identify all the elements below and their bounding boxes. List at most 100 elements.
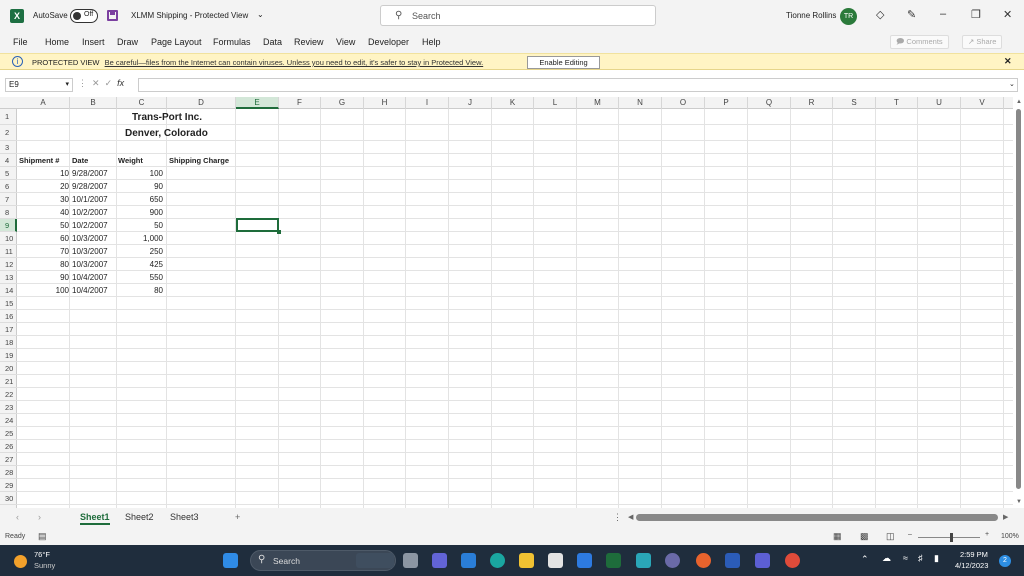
- share-button[interactable]: ↗ Share: [962, 35, 1003, 49]
- header-weight[interactable]: Weight: [118, 154, 143, 167]
- windows-start-icon[interactable]: [223, 553, 238, 568]
- protected-view-text[interactable]: Be careful—files from the Internet can c…: [105, 58, 484, 67]
- column-header[interactable]: I: [406, 97, 449, 109]
- shipment-cell[interactable]: 40: [17, 206, 69, 219]
- next-sheet-icon[interactable]: ›: [38, 512, 41, 522]
- tab-formulas[interactable]: Formulas: [213, 37, 251, 47]
- store-icon[interactable]: [548, 553, 563, 568]
- column-header[interactable]: L: [534, 97, 577, 109]
- date-cell[interactable]: 10/3/2007: [72, 258, 108, 271]
- shipment-cell[interactable]: 60: [17, 232, 69, 245]
- more-icon[interactable]: ⋮: [78, 78, 87, 88]
- prev-sheet-icon[interactable]: ‹: [16, 512, 19, 522]
- row-header[interactable]: 13: [0, 271, 17, 284]
- zoom-in-icon[interactable]: +: [985, 531, 989, 538]
- zoom-slider-knob[interactable]: [950, 533, 953, 542]
- column-header[interactable]: F: [279, 97, 321, 109]
- weight-cell[interactable]: 50: [117, 219, 163, 232]
- restore-icon[interactable]: ❐: [971, 8, 981, 21]
- column-header[interactable]: O: [662, 97, 705, 109]
- tab-data[interactable]: Data: [263, 37, 282, 47]
- file-explorer-icon[interactable]: [519, 553, 534, 568]
- column-header[interactable]: M: [577, 97, 619, 109]
- column-header[interactable]: P: [705, 97, 748, 109]
- weight-cell[interactable]: 90: [117, 180, 163, 193]
- notification-badge[interactable]: 2: [999, 555, 1011, 567]
- cancel-icon[interactable]: ✕: [92, 78, 100, 88]
- clock-time[interactable]: 2:59 PM: [960, 550, 988, 559]
- row-header[interactable]: 4: [0, 154, 17, 167]
- date-cell[interactable]: 10/3/2007: [72, 245, 108, 258]
- header-shipment[interactable]: Shipment #: [19, 154, 59, 167]
- weight-cell[interactable]: 425: [117, 258, 163, 271]
- date-cell[interactable]: 10/4/2007: [72, 284, 108, 297]
- scroll-thumb[interactable]: [1016, 109, 1021, 489]
- row-header[interactable]: 6: [0, 180, 17, 193]
- column-header[interactable]: T: [876, 97, 918, 109]
- title-cell[interactable]: Trans-Port Inc.: [132, 111, 202, 124]
- date-cell[interactable]: 9/28/2007: [72, 167, 108, 180]
- app-icon[interactable]: [636, 553, 651, 568]
- minimize-icon[interactable]: –: [940, 8, 946, 20]
- row-header[interactable]: 17: [0, 323, 17, 336]
- tab-view[interactable]: View: [336, 37, 355, 47]
- row-header[interactable]: 16: [0, 310, 17, 323]
- row-header[interactable]: 14: [0, 284, 17, 297]
- fx-icon[interactable]: fx: [117, 78, 124, 88]
- teams-icon[interactable]: [432, 553, 447, 568]
- row-header[interactable]: 15: [0, 297, 17, 310]
- row-header[interactable]: 3: [0, 141, 17, 154]
- row-header[interactable]: 24: [0, 414, 17, 427]
- zoom-level[interactable]: 100%: [1001, 533, 1019, 540]
- column-header[interactable]: J: [449, 97, 492, 109]
- weight-cell[interactable]: 550: [117, 271, 163, 284]
- row-header[interactable]: 2: [0, 125, 17, 141]
- shipment-cell[interactable]: 20: [17, 180, 69, 193]
- column-header[interactable]: G: [321, 97, 364, 109]
- row-header[interactable]: 23: [0, 401, 17, 414]
- column-header[interactable]: B: [70, 97, 117, 109]
- scroll-up-icon[interactable]: ▲: [1016, 99, 1022, 105]
- chevron-down-icon[interactable]: ⌄: [1009, 80, 1015, 88]
- row-header[interactable]: 5: [0, 167, 17, 180]
- avatar[interactable]: TR: [840, 8, 857, 25]
- row-header[interactable]: 27: [0, 453, 17, 466]
- sun-icon[interactable]: [14, 555, 27, 568]
- row-header[interactable]: 22: [0, 388, 17, 401]
- date-cell[interactable]: 10/1/2007: [72, 193, 108, 206]
- save-icon[interactable]: [107, 10, 118, 21]
- column-header[interactable]: Q: [748, 97, 791, 109]
- column-header[interactable]: N: [619, 97, 662, 109]
- horizontal-scroll-thumb[interactable]: [636, 514, 998, 521]
- page-layout-view-icon[interactable]: ▩: [860, 531, 869, 542]
- user-name[interactable]: Tionne Rollins: [786, 11, 836, 20]
- row-header[interactable]: 8: [0, 206, 17, 219]
- normal-view-icon[interactable]: ▦: [833, 531, 842, 542]
- column-header[interactable]: C: [117, 97, 167, 109]
- close-icon[interactable]: ✕: [1004, 56, 1012, 67]
- weather-temp[interactable]: 76°F: [34, 550, 50, 559]
- mail-icon[interactable]: [461, 553, 476, 568]
- row-header[interactable]: 9: [0, 219, 17, 232]
- chevron-down-icon[interactable]: ▾: [65, 79, 69, 91]
- sheet-tab-2[interactable]: Sheet2: [125, 512, 154, 522]
- row-header[interactable]: 11: [0, 245, 17, 258]
- header-shipping-charge[interactable]: Shipping Charge: [169, 154, 229, 167]
- chevron-down-icon[interactable]: ⌄: [257, 10, 264, 19]
- row-header[interactable]: 29: [0, 479, 17, 492]
- row-header[interactable]: 10: [0, 232, 17, 245]
- page-break-view-icon[interactable]: ◫: [886, 531, 895, 542]
- column-header[interactable]: D: [167, 97, 236, 109]
- pen-icon[interactable]: ✎: [907, 8, 916, 21]
- close-icon[interactable]: ✕: [1003, 8, 1012, 21]
- tab-review[interactable]: Review: [294, 37, 324, 47]
- scroll-down-icon[interactable]: ▼: [1016, 499, 1022, 505]
- row-header[interactable]: 21: [0, 375, 17, 388]
- row-header[interactable]: 7: [0, 193, 17, 206]
- weather-condition[interactable]: Sunny: [34, 561, 55, 570]
- column-header[interactable]: R: [791, 97, 833, 109]
- row-header[interactable]: 18: [0, 336, 17, 349]
- scroll-left-icon[interactable]: ◀: [628, 513, 633, 521]
- tab-page-layout[interactable]: Page Layout: [151, 37, 202, 47]
- firefox-icon[interactable]: [696, 553, 711, 568]
